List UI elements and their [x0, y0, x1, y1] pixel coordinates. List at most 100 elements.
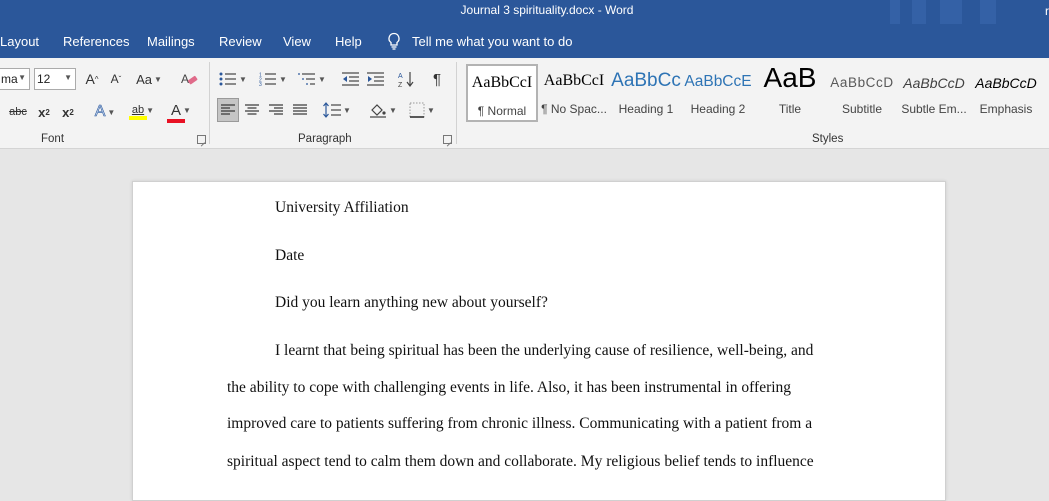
chevron-down-icon: ▼ [183, 105, 191, 115]
decrease-indent-icon [342, 72, 359, 86]
paragraph-dialog-launcher[interactable] [443, 135, 452, 144]
chevron-down-icon: ▼ [107, 107, 116, 117]
align-right-button[interactable] [265, 99, 287, 121]
paint-bucket-icon [370, 104, 387, 118]
align-right-icon [269, 104, 283, 115]
chevron-down-icon: ▼ [427, 105, 435, 115]
style-heading-2[interactable]: AaBbCcE Heading 2 [682, 64, 754, 122]
style-no-spacing[interactable]: AaBbCcI ¶ No Spac... [538, 64, 610, 122]
doc-paragraph-line[interactable]: improved care to patients suffering from… [227, 415, 812, 433]
shrink-font-button[interactable]: Aˇ [106, 68, 126, 90]
font-color-icon: A [171, 101, 182, 119]
doc-paragraph-line[interactable]: the ability to cope with challenging eve… [227, 379, 791, 397]
font-color-button[interactable]: A ▼ [164, 100, 198, 124]
chevron-down-icon: ▼ [18, 73, 26, 82]
multilevel-list-button[interactable]: ▼ [296, 68, 328, 90]
doc-line-date[interactable]: Date [275, 247, 304, 265]
style-title[interactable]: AaB Title [754, 62, 826, 122]
font-color-swatch [167, 118, 185, 123]
chevron-down-icon: ▼ [146, 105, 155, 115]
chevron-down-icon: ▼ [318, 74, 326, 84]
svg-text:A: A [181, 72, 189, 86]
pilcrow-icon: ¶ [432, 70, 442, 88]
grow-font-button[interactable]: A ^ [82, 68, 102, 90]
eraser-icon: A [181, 72, 198, 86]
lightbulb-icon [386, 32, 402, 50]
line-spacing-button[interactable]: ▼ [320, 99, 354, 121]
text-effects-icon: A [94, 103, 106, 121]
doc-line-affiliation[interactable]: University Affiliation [275, 199, 409, 217]
bullets-button[interactable]: ▼ [218, 68, 248, 90]
font-name-box[interactable]: ma ▼ [0, 68, 30, 90]
subscript-mark: 2 [45, 107, 50, 117]
superscript-mark: 2 [69, 107, 74, 117]
style-preview: AaBbCcI [471, 74, 533, 91]
document-page[interactable]: University Affiliation Date Did you lear… [132, 181, 946, 501]
text-effects-button[interactable]: A ▼ [88, 101, 122, 123]
borders-button[interactable]: ▼ [405, 99, 439, 121]
style-label: Subtle Em... [901, 102, 967, 116]
align-center-button[interactable] [241, 99, 263, 121]
highlighter-icon: ab [131, 104, 145, 116]
show-formatting-button[interactable]: ¶ [426, 68, 448, 90]
superscript-button[interactable]: x2 [58, 101, 78, 123]
font-dialog-launcher[interactable] [197, 135, 206, 144]
superscript-icon: x [62, 104, 70, 120]
tab-references[interactable]: References [63, 34, 129, 49]
style-label: ¶ Normal [477, 104, 527, 118]
style-subtle-emphasis[interactable]: AaBbCcD Subtle Em... [898, 64, 970, 122]
window-title: Journal 3 spirituality.docx - Word [460, 3, 634, 17]
numbering-button[interactable]: 1 2 3 ▼ [257, 68, 289, 90]
shrink-font-icon: A [110, 72, 119, 86]
tab-review[interactable]: Review [219, 34, 262, 49]
line-spacing-icon [323, 102, 342, 118]
tab-help[interactable]: Help [335, 34, 362, 49]
change-case-button[interactable]: Aa ▼ [134, 68, 164, 90]
chevron-down-icon: ▼ [279, 74, 287, 84]
multilevel-list-icon [298, 73, 316, 85]
align-center-icon [245, 104, 259, 115]
doc-paragraph-line[interactable]: spiritual aspect tend to calm them down … [227, 453, 814, 471]
svg-text:A: A [398, 73, 403, 80]
style-preview: AaBbCcI [543, 72, 605, 89]
style-label: Heading 1 [618, 102, 674, 116]
style-subtitle[interactable]: AaBbCcD Subtitle [826, 64, 898, 122]
user-account[interactable]: r [1045, 4, 1049, 18]
doc-paragraph-line[interactable]: I learnt that being spiritual has been t… [275, 342, 813, 360]
decrease-indent-button[interactable] [340, 68, 362, 90]
shading-button[interactable]: ▼ [366, 99, 400, 121]
justify-button[interactable] [289, 99, 311, 121]
style-preview: AaB [763, 62, 817, 93]
bullets-icon [219, 72, 237, 86]
sort-button[interactable]: AZ [396, 68, 418, 90]
tell-me-text: Tell me what you want to do [412, 33, 573, 49]
increase-indent-button[interactable] [365, 68, 387, 90]
group-separator [209, 62, 210, 144]
tab-mailings[interactable]: Mailings [147, 34, 195, 49]
strikethrough-button[interactable]: abc [8, 101, 28, 123]
document-area[interactable]: University Affiliation Date Did you lear… [0, 149, 1049, 501]
style-emphasis[interactable]: AaBbCcD Emphasis [970, 64, 1042, 122]
styles-group-label: Styles [812, 133, 844, 145]
ribbon-tabs: Layout References Mailings Review View H… [0, 24, 1049, 58]
style-label: Title [778, 102, 802, 116]
align-left-button[interactable] [217, 98, 239, 122]
style-preview: AaBbCcD [975, 75, 1037, 91]
subscript-button[interactable]: x2 [34, 101, 54, 123]
tell-me-search[interactable]: Tell me what you want to do [386, 32, 572, 50]
clear-formatting-button[interactable]: A [178, 68, 200, 90]
highlight-color-button[interactable]: ab ▼ [126, 100, 160, 124]
font-size-box[interactable]: 12 ▼ [34, 68, 76, 90]
justify-icon [293, 104, 307, 115]
tab-layout[interactable]: Layout [0, 34, 39, 49]
style-label: Heading 2 [690, 102, 746, 116]
doc-line-question[interactable]: Did you learn anything new about yoursel… [275, 294, 548, 312]
chevron-down-icon: ▼ [64, 73, 72, 82]
style-preview: AaBbCcD [903, 75, 965, 91]
style-normal[interactable]: AaBbCcI ¶ Normal [466, 64, 538, 122]
tab-view[interactable]: View [283, 34, 311, 49]
style-preview: AaBbCcE [684, 73, 752, 90]
group-separator [456, 62, 457, 144]
font-name-value: ma [1, 72, 18, 86]
style-heading-1[interactable]: AaBbCc Heading 1 [610, 64, 682, 122]
